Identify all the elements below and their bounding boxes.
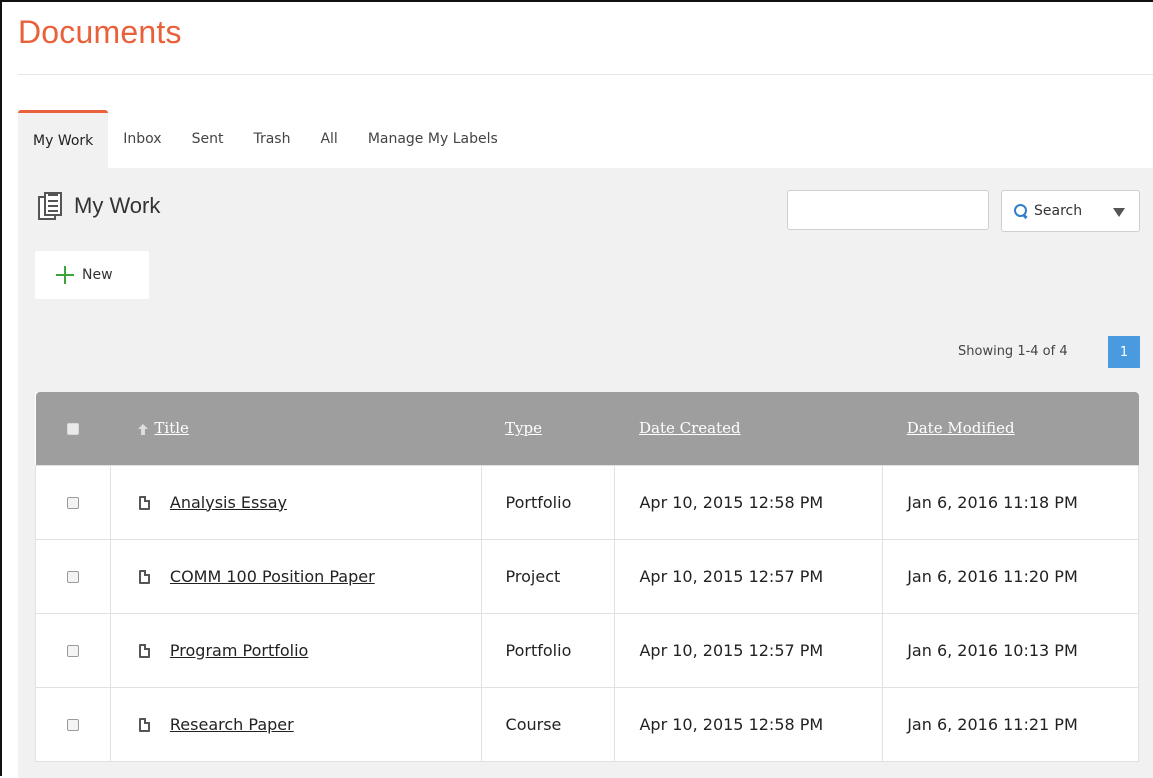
row-checkbox[interactable] xyxy=(66,719,79,731)
tab-trash[interactable]: Trash xyxy=(238,110,305,168)
sort-by-title-link[interactable]: Title xyxy=(154,419,189,437)
table-header-row: Title Type Date Created Date Modified xyxy=(35,392,1139,465)
type-cell: Course xyxy=(480,686,616,762)
search-button-label: Search xyxy=(1034,203,1083,219)
select-all-cell xyxy=(35,392,111,465)
new-button[interactable]: New xyxy=(35,251,149,299)
page-title: Documents xyxy=(18,14,182,50)
title-cell: Program Portfolio xyxy=(109,612,482,688)
table-row: Analysis Essay Portfolio Apr 10, 2015 12… xyxy=(35,464,1139,540)
tab-all[interactable]: All xyxy=(305,110,352,168)
sort-by-date-created-link[interactable]: Date Created xyxy=(639,419,741,437)
document-title-link[interactable]: Analysis Essay xyxy=(170,493,287,512)
pagination-summary: Showing 1-4 of 4 xyxy=(958,344,1068,359)
row-select-cell xyxy=(35,612,111,688)
date-created-cell: Apr 10, 2015 12:57 PM xyxy=(614,538,884,614)
date-created-cell: Apr 10, 2015 12:58 PM xyxy=(614,686,884,762)
date-modified-cell: Jan 6, 2016 11:21 PM xyxy=(882,686,1139,762)
search-icon xyxy=(1014,204,1028,218)
new-button-label: New xyxy=(82,267,113,283)
row-select-cell xyxy=(35,464,111,540)
row-select-cell xyxy=(35,686,111,762)
date-modified-cell: Jan 6, 2016 11:20 PM xyxy=(882,538,1139,614)
row-checkbox[interactable] xyxy=(66,497,79,509)
tab-my-work[interactable]: My Work xyxy=(18,110,109,168)
page-1-button[interactable]: 1 xyxy=(1108,336,1140,368)
sort-ascending-icon xyxy=(138,424,149,436)
sort-by-date-modified-link[interactable]: Date Modified xyxy=(907,419,1015,437)
documents-table: Title Type Date Created Date Modified An… xyxy=(35,392,1139,762)
file-icon xyxy=(138,570,150,584)
row-checkbox[interactable] xyxy=(66,645,79,657)
title-cell: Research Paper xyxy=(109,686,482,762)
date-modified-cell: Jan 6, 2016 11:18 PM xyxy=(882,464,1139,540)
row-checkbox[interactable] xyxy=(66,571,79,583)
type-cell: Project xyxy=(480,538,616,614)
document-title-link[interactable]: COMM 100 Position Paper xyxy=(170,567,375,586)
tab-bar: My Work Inbox Sent Trash All Manage My L… xyxy=(18,110,513,168)
title-cell: COMM 100 Position Paper xyxy=(109,538,482,614)
tab-inbox[interactable]: Inbox xyxy=(108,110,176,168)
section-title: My Work xyxy=(74,193,161,218)
document-title-link[interactable]: Research Paper xyxy=(170,715,294,734)
table-row: Research Paper Course Apr 10, 2015 12:58… xyxy=(35,686,1139,762)
chevron-down-icon[interactable] xyxy=(1113,208,1125,217)
title-cell: Analysis Essay xyxy=(109,464,482,540)
table-row: COMM 100 Position Paper Project Apr 10, … xyxy=(35,538,1139,614)
column-date-modified: Date Modified xyxy=(882,392,1139,465)
table-row: Program Portfolio Portfolio Apr 10, 2015… xyxy=(35,612,1139,688)
file-icon xyxy=(138,496,150,510)
plus-icon xyxy=(56,266,74,284)
search-input[interactable] xyxy=(787,190,989,230)
documents-stack-icon xyxy=(38,192,64,220)
content-panel: My Work Search New Showing 1-4 of 4 1 Ti… xyxy=(18,168,1153,778)
column-date-created: Date Created xyxy=(614,392,883,465)
document-title-link[interactable]: Program Portfolio xyxy=(170,641,308,660)
select-all-checkbox[interactable] xyxy=(66,423,79,436)
column-type: Type xyxy=(481,392,615,465)
type-cell: Portfolio xyxy=(480,612,616,688)
file-icon xyxy=(138,718,150,732)
file-icon xyxy=(138,644,150,658)
section-header: My Work xyxy=(38,192,160,220)
type-cell: Portfolio xyxy=(480,464,616,540)
column-title: Title xyxy=(110,392,482,465)
tab-manage-my-labels[interactable]: Manage My Labels xyxy=(353,110,513,168)
sort-by-type-link[interactable]: Type xyxy=(505,419,542,437)
row-select-cell xyxy=(35,538,111,614)
tab-sent[interactable]: Sent xyxy=(177,110,239,168)
date-modified-cell: Jan 6, 2016 10:13 PM xyxy=(882,612,1139,688)
title-divider xyxy=(18,74,1153,75)
app-window: Documents My Work Inbox Sent Trash All M… xyxy=(0,0,1153,778)
date-created-cell: Apr 10, 2015 12:57 PM xyxy=(614,612,884,688)
date-created-cell: Apr 10, 2015 12:58 PM xyxy=(614,464,884,540)
search-button[interactable]: Search xyxy=(1001,190,1140,232)
